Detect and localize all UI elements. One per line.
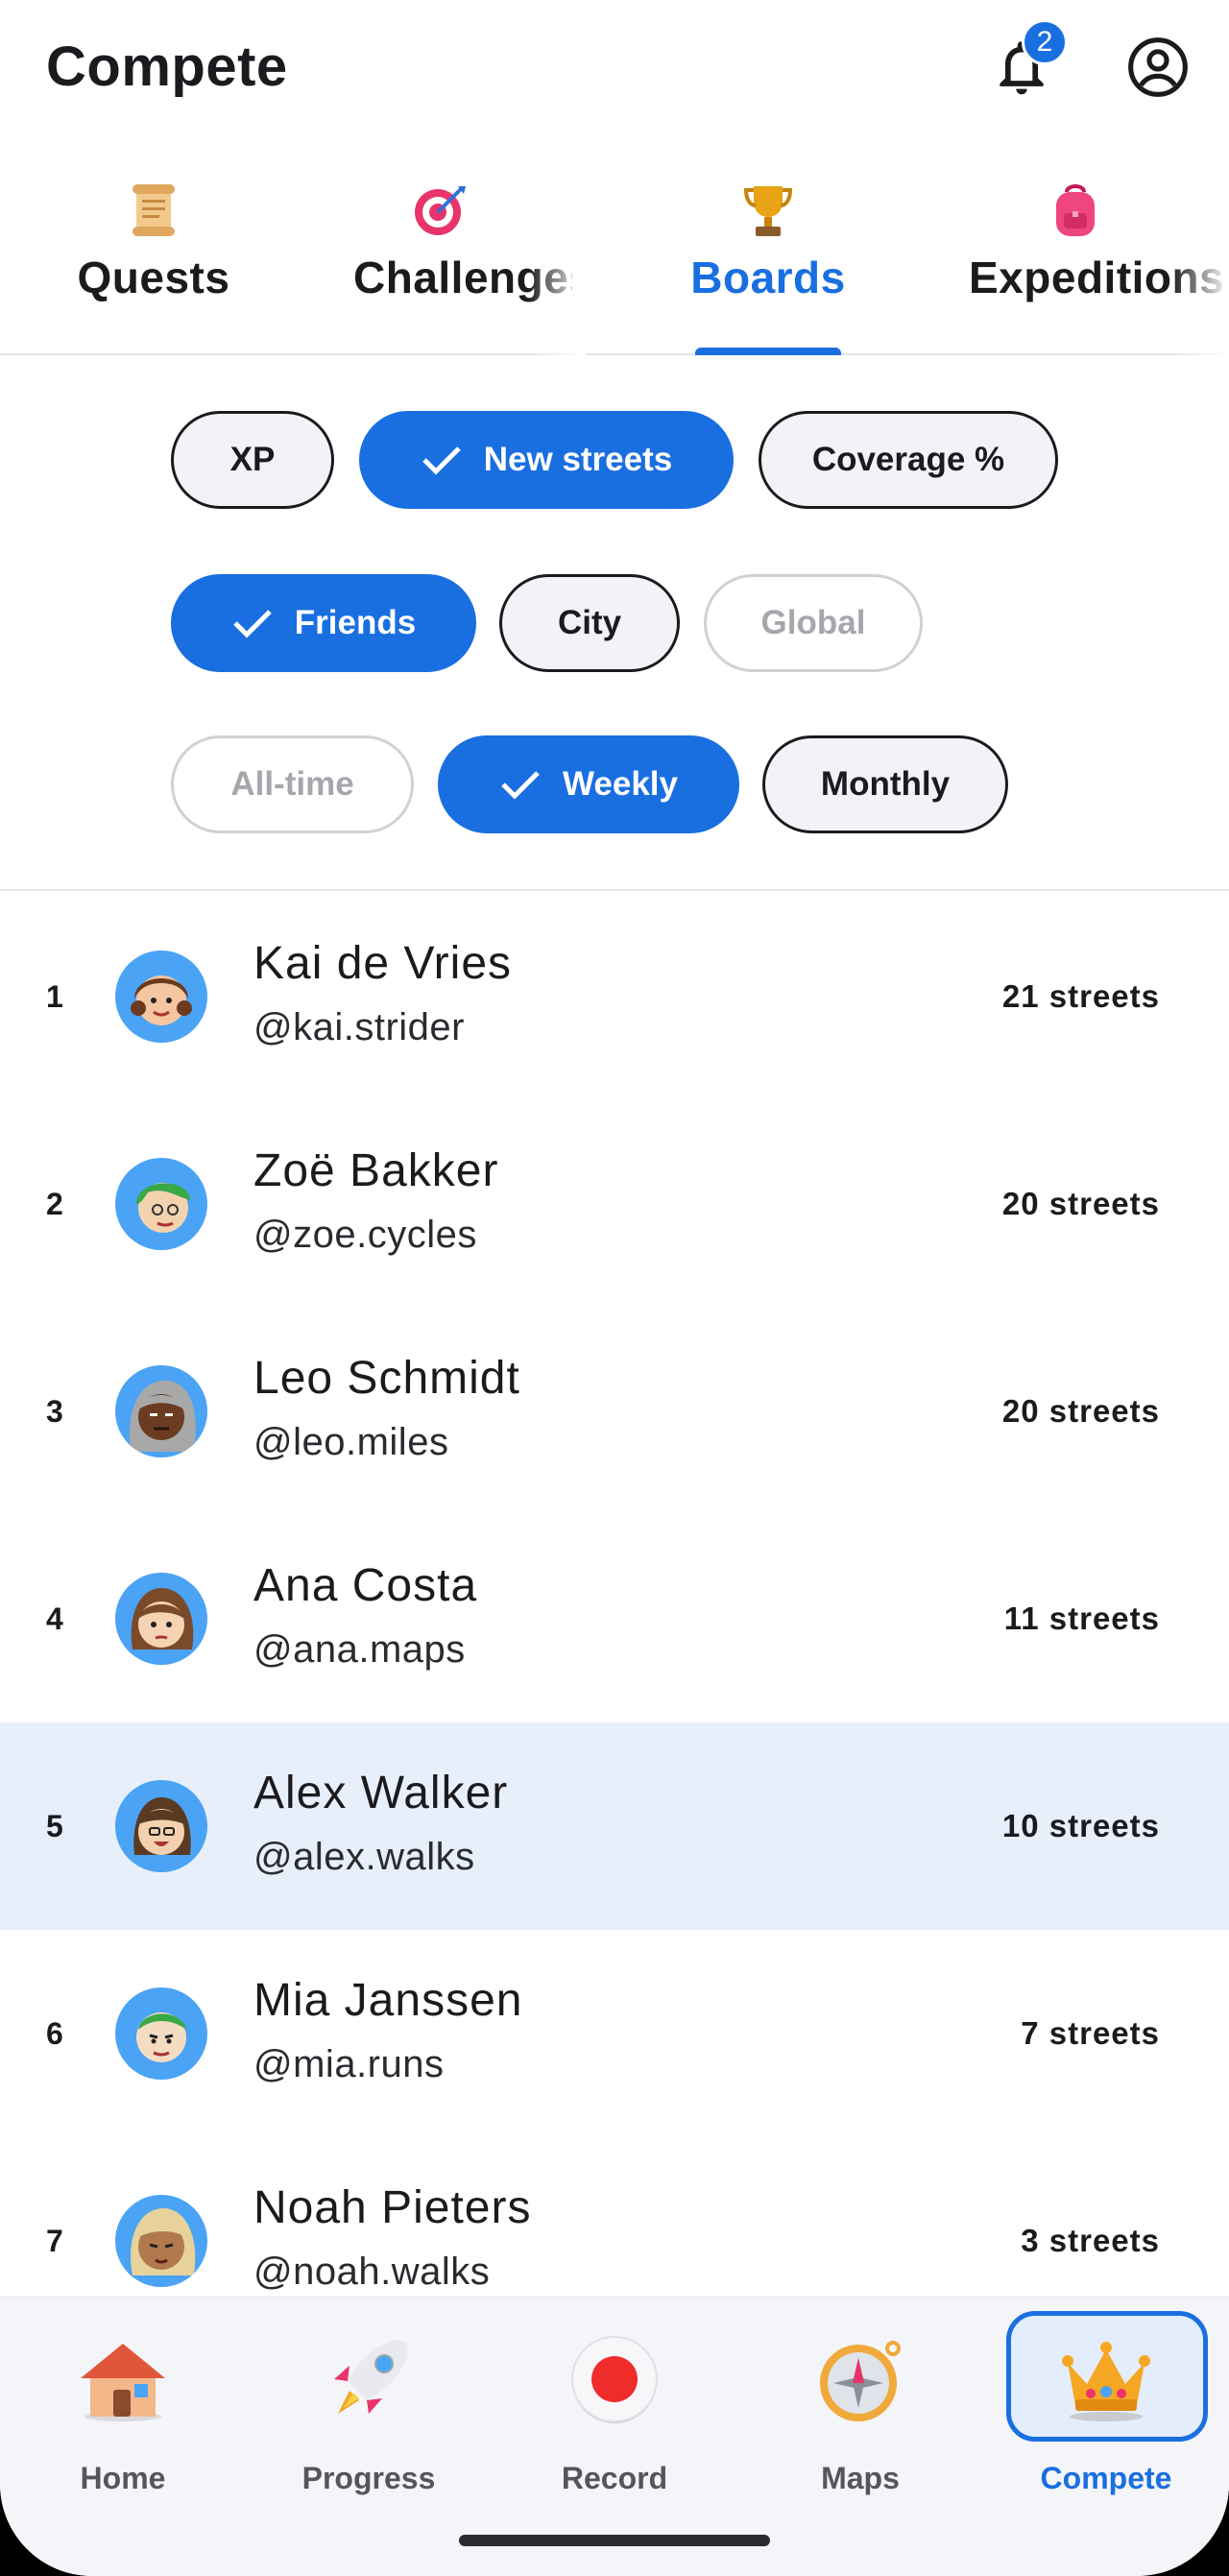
avatar xyxy=(115,1158,207,1250)
user-handle: @zoe.cycles xyxy=(253,1214,477,1256)
home-indicator xyxy=(459,2535,770,2546)
leaderboard-row[interactable]: 3 Leo Schmidt @leo.miles 20 streets xyxy=(0,1308,1229,1515)
chip-label: Friends xyxy=(294,604,417,641)
nav-label: Maps xyxy=(821,2461,900,2495)
nav-compete[interactable]: Compete xyxy=(983,2298,1229,2509)
notification-badge: 2 xyxy=(1022,19,1068,65)
rocket-icon xyxy=(246,2326,492,2432)
leaderboard-row-current-user[interactable]: 5 Alex Walker @alex.walks 10 streets xyxy=(0,1722,1229,1930)
user-name: Zoë Bakker xyxy=(253,1145,499,1196)
tab-fade xyxy=(528,173,586,355)
leaderboard-row[interactable]: 4 Ana Costa @ana.maps 11 streets xyxy=(0,1515,1229,1722)
leaderboard-row[interactable]: 1 Kai de Vries @kai.strider 21 streets xyxy=(0,893,1229,1100)
app-bar: Compete 2 xyxy=(0,0,1229,134)
chip-all-time[interactable]: All-time xyxy=(171,735,414,833)
user-name: Alex Walker xyxy=(253,1768,509,1818)
trophy-icon xyxy=(614,182,922,244)
user-handle: @noah.walks xyxy=(253,2251,491,2293)
user-name: Ana Costa xyxy=(253,1560,478,1611)
nav-label: Home xyxy=(80,2461,166,2495)
user-name: Mia Janssen xyxy=(253,1975,523,2026)
chip-label: New streets xyxy=(483,441,673,478)
tab-label: Quests xyxy=(77,253,230,302)
chip-weekly[interactable]: Weekly xyxy=(438,735,739,833)
chip-label: XP xyxy=(229,441,276,478)
chip-label: Coverage % xyxy=(811,441,1005,478)
nav-record[interactable]: Record xyxy=(492,2298,737,2509)
user-handle: @alex.walks xyxy=(253,1836,475,1878)
nav-progress[interactable]: Progress xyxy=(246,2298,492,2509)
check-icon xyxy=(233,610,272,638)
tab-fade xyxy=(1171,173,1229,355)
user-handle: @mia.runs xyxy=(253,2043,445,2085)
chip-friends[interactable]: Friends xyxy=(171,574,476,672)
leaderboard-row[interactable]: 2 Zoë Bakker @zoe.cycles 20 streets xyxy=(0,1100,1229,1308)
score: 11 streets xyxy=(1003,1601,1160,1636)
chip-coverage[interactable]: Coverage % xyxy=(759,411,1058,509)
avatar xyxy=(115,1780,207,1872)
tab-active-indicator xyxy=(695,348,841,355)
rank: 1 xyxy=(46,978,63,1014)
house-icon xyxy=(0,2326,246,2432)
check-icon xyxy=(422,446,461,475)
score: 10 streets xyxy=(1001,1808,1160,1843)
nav-label: Progress xyxy=(301,2461,436,2495)
score: 20 streets xyxy=(1001,1186,1160,1221)
rank: 6 xyxy=(46,2015,63,2051)
rank: 3 xyxy=(46,1393,63,1429)
rank: 5 xyxy=(46,1808,63,1843)
user-handle: @ana.maps xyxy=(253,1628,466,1671)
user-name: Kai de Vries xyxy=(253,938,513,989)
tab-bar: Quests Challenges Boards Expeditions xyxy=(0,173,1229,355)
score: 21 streets xyxy=(1001,978,1160,1014)
tab-quests[interactable]: Quests xyxy=(0,173,307,355)
tab-label: Boards xyxy=(690,253,846,302)
leaderboard-row[interactable]: 6 Mia Janssen @mia.runs 7 streets xyxy=(0,1930,1229,2137)
user-handle: @kai.strider xyxy=(253,1006,465,1048)
page-title: Compete xyxy=(46,36,288,98)
chip-label: Weekly xyxy=(563,765,678,803)
score: 20 streets xyxy=(1001,1393,1160,1429)
account-icon[interactable] xyxy=(1125,35,1191,100)
screen: Compete 2 Quests Challenges Boards Exped… xyxy=(0,0,1229,2576)
avatar xyxy=(115,1573,207,1665)
chip-label: Global xyxy=(760,604,866,641)
record-icon xyxy=(492,2326,737,2432)
nav-maps[interactable]: Maps xyxy=(737,2298,983,2509)
chip-label: Monthly xyxy=(820,765,951,803)
filter-chips: XP New streets Coverage % Friends City G… xyxy=(0,357,1229,891)
user-name: Noah Pieters xyxy=(253,2182,532,2233)
tab-boards[interactable]: Boards xyxy=(614,173,922,355)
avatar xyxy=(115,1987,207,2080)
chip-new-streets[interactable]: New streets xyxy=(359,411,734,509)
rank: 2 xyxy=(46,1186,63,1221)
chip-label: All-time xyxy=(230,765,354,803)
nav-label: Record xyxy=(561,2461,668,2495)
check-icon xyxy=(501,771,540,800)
rank: 4 xyxy=(46,1601,63,1636)
avatar xyxy=(115,2195,207,2287)
chip-label: City xyxy=(557,604,622,641)
score: 7 streets xyxy=(1021,2015,1160,2051)
crown-icon xyxy=(983,2326,1229,2432)
chip-monthly[interactable]: Monthly xyxy=(762,735,1008,833)
user-handle: @leo.miles xyxy=(253,1421,449,1463)
chip-xp[interactable]: XP xyxy=(171,411,334,509)
chip-city[interactable]: City xyxy=(499,574,680,672)
compass-icon xyxy=(737,2326,983,2432)
scroll-icon xyxy=(0,182,307,244)
chip-global[interactable]: Global xyxy=(704,574,923,672)
nav-label: Compete xyxy=(1040,2461,1172,2495)
avatar xyxy=(115,951,207,1043)
avatar xyxy=(115,1365,207,1457)
user-name: Leo Schmidt xyxy=(253,1353,520,1404)
nav-home[interactable]: Home xyxy=(0,2298,246,2509)
